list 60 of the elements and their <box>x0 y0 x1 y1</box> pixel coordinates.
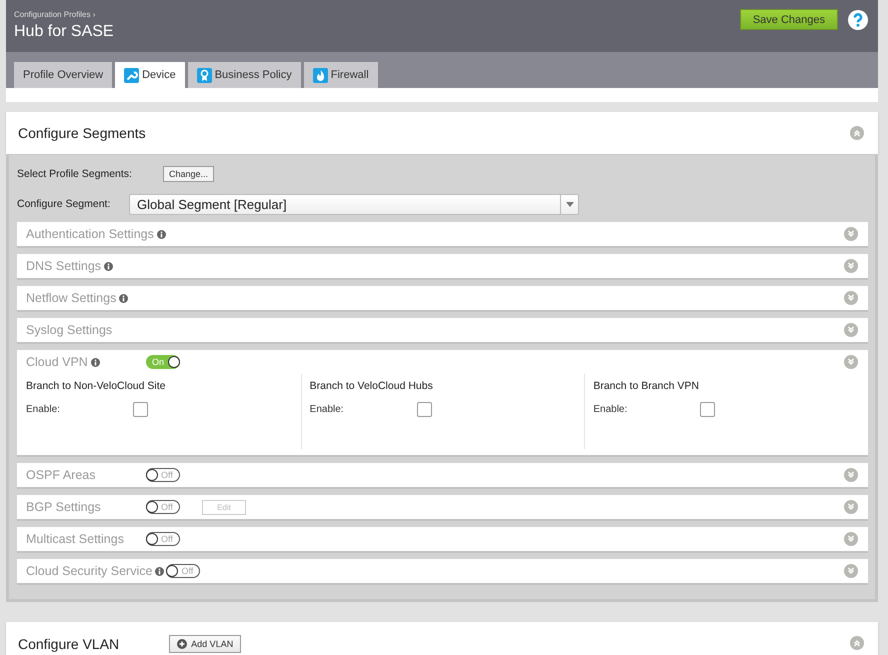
column-heading: Branch to Non-VeloCloud Site <box>26 380 166 392</box>
expand-icon[interactable] <box>844 355 858 369</box>
field-label: Configure Segment: <box>17 198 112 210</box>
ribbon-icon <box>196 68 212 82</box>
add-vlan-button[interactable]: Add VLAN <box>169 635 242 653</box>
expand-icon[interactable] <box>844 532 858 546</box>
column-heading: Branch to VeloCloud Hubs <box>310 380 434 392</box>
tab[interactable]: Business Policy <box>188 62 301 88</box>
section-title[interactable]: BGP Settings <box>26 500 101 514</box>
help-icon[interactable] <box>848 10 868 30</box>
info-icon[interactable] <box>119 294 128 302</box>
tab[interactable]: Device <box>115 62 185 88</box>
section-heading: Configure VLAN <box>18 636 120 652</box>
segment-dropdown[interactable]: Global Segment [Regular] <box>129 194 579 214</box>
tab[interactable]: Profile Overview <box>14 62 112 88</box>
save-changes-button[interactable]: Save Changes <box>740 9 838 30</box>
toggle-switch[interactable]: Off <box>166 564 200 578</box>
edit-button[interactable]: Edit <box>202 500 246 514</box>
section-heading: Configure Segments <box>18 125 146 141</box>
section-title[interactable]: Netflow Settings <box>26 291 116 305</box>
tab[interactable]: Firewall <box>304 62 378 88</box>
page-title: Hub for SASE <box>14 23 114 41</box>
expand-icon[interactable] <box>844 259 858 273</box>
info-icon[interactable] <box>90 358 100 366</box>
toggle-switch[interactable]: On <box>146 355 180 369</box>
wrench-icon <box>124 68 140 82</box>
plus-icon <box>177 639 188 649</box>
collapse-icon[interactable] <box>850 636 864 650</box>
expand-icon[interactable] <box>844 291 858 305</box>
expand-icon[interactable] <box>844 468 858 482</box>
section-title[interactable]: Multicast Settings <box>26 532 124 546</box>
enable-label: Enable: <box>593 404 628 415</box>
enable-checkbox[interactable] <box>133 402 148 417</box>
expand-icon[interactable] <box>844 564 858 578</box>
info-icon[interactable] <box>104 262 114 270</box>
section-title[interactable]: DNS Settings <box>26 259 102 273</box>
section-title[interactable]: Authentication Settings <box>26 227 154 241</box>
flame-icon <box>312 68 328 82</box>
breadcrumb-link[interactable]: Configuration Profiles › <box>14 10 114 19</box>
enable-checkbox[interactable] <box>700 402 716 417</box>
toggle-switch[interactable]: Off <box>146 532 180 546</box>
section-title[interactable]: Cloud VPN <box>26 355 88 369</box>
expand-icon[interactable] <box>844 323 858 337</box>
change-button[interactable]: Change... <box>163 166 214 182</box>
info-icon[interactable] <box>156 230 166 238</box>
column-heading: Branch to Branch VPN <box>593 380 700 392</box>
collapse-icon[interactable] <box>850 126 864 140</box>
section-title[interactable]: OSPF Areas <box>26 468 96 482</box>
toggle-switch[interactable]: Off <box>146 468 180 482</box>
info-icon[interactable] <box>155 566 164 576</box>
enable-label: Enable: <box>310 404 345 415</box>
enable-checkbox[interactable] <box>416 402 432 417</box>
expand-icon[interactable] <box>844 500 858 514</box>
field-label: Select Profile Segments: <box>17 168 133 180</box>
dropdown-arrow-icon <box>566 202 574 206</box>
enable-label: Enable: <box>26 404 61 415</box>
section-title[interactable]: Syslog Settings <box>26 323 112 337</box>
toggle-switch[interactable]: Off <box>146 500 180 514</box>
expand-icon[interactable] <box>844 227 858 241</box>
section-title[interactable]: Cloud Security Service <box>26 564 152 578</box>
